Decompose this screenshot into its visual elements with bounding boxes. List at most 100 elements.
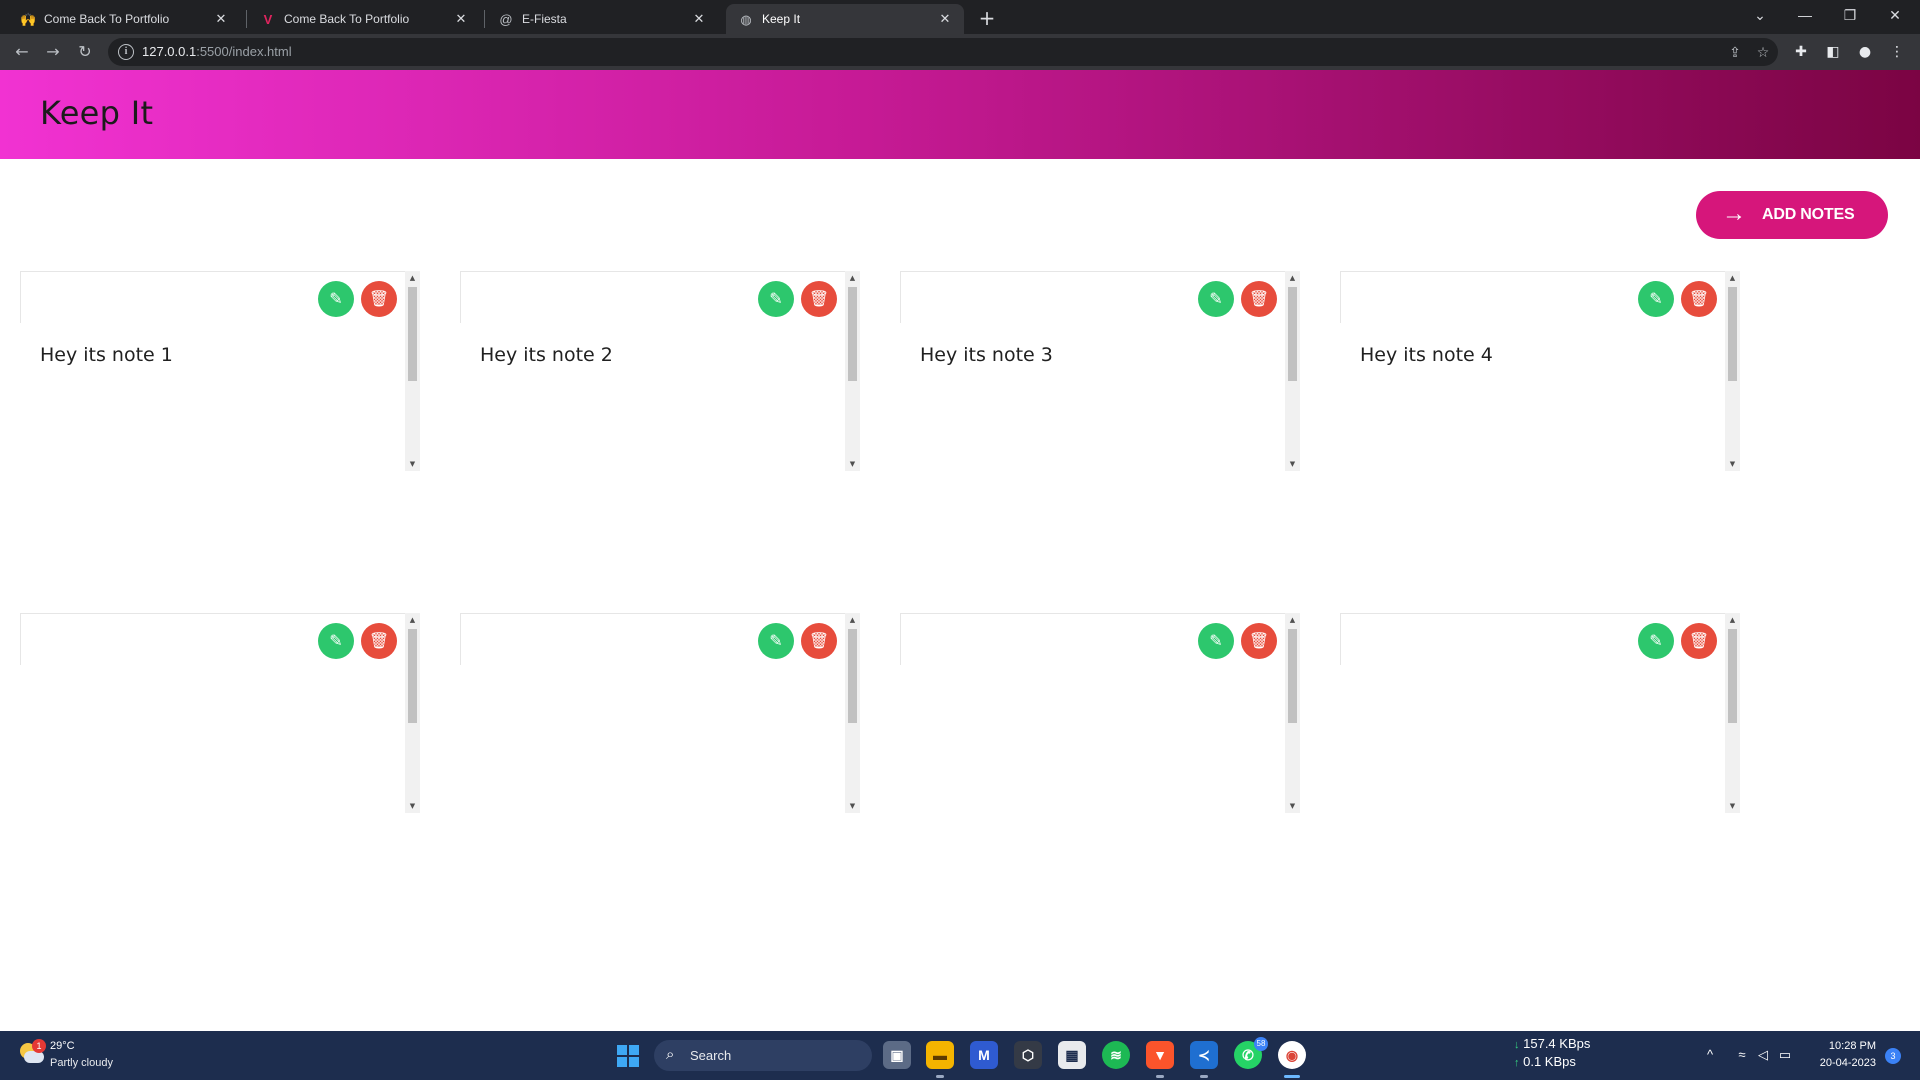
note-text[interactable]: Hey its note 3 — [920, 344, 1053, 366]
side-panel-icon[interactable]: ◧ — [1823, 42, 1843, 62]
visual-studio-icon[interactable]: M — [970, 1041, 998, 1069]
scroll-thumb[interactable] — [1288, 629, 1297, 723]
note-text[interactable]: Hey its note 2 — [480, 344, 613, 366]
brave-browser-icon[interactable]: ▼ — [1146, 1041, 1174, 1069]
unity-hub-icon[interactable]: ⬡ — [1014, 1041, 1042, 1069]
scroll-up-arrow-icon[interactable]: ▲ — [1285, 271, 1300, 285]
tab-keep-it[interactable]: ◍ Keep It ✕ — [726, 4, 964, 34]
new-tab-button[interactable]: + — [975, 6, 999, 30]
note-text[interactable]: Hey its note 1 — [40, 344, 173, 366]
scroll-down-arrow-icon[interactable]: ▼ — [1725, 457, 1740, 471]
note-scrollbar[interactable]: ▲ ▼ — [845, 271, 860, 471]
note-scrollbar[interactable]: ▲ ▼ — [1725, 271, 1740, 471]
note-scrollbar[interactable]: ▲ ▼ — [1285, 613, 1300, 813]
scroll-down-arrow-icon[interactable]: ▼ — [405, 457, 420, 471]
scroll-down-arrow-icon[interactable]: ▼ — [845, 457, 860, 471]
scroll-up-arrow-icon[interactable]: ▲ — [1725, 271, 1740, 285]
close-tab-icon[interactable]: ✕ — [690, 10, 708, 28]
scroll-thumb[interactable] — [848, 287, 857, 381]
notification-badge[interactable]: 3 — [1885, 1048, 1901, 1064]
scroll-up-arrow-icon[interactable]: ▲ — [405, 271, 420, 285]
delete-note-icon[interactable]: 🗑 — [1681, 623, 1717, 659]
note-scrollbar[interactable]: ▲ ▼ — [405, 613, 420, 813]
scroll-thumb[interactable] — [408, 287, 417, 381]
close-window-icon[interactable]: ✕ — [1875, 0, 1915, 30]
delete-note-icon[interactable]: 🗑 — [361, 623, 397, 659]
note-scrollbar[interactable]: ▲ ▼ — [845, 613, 860, 813]
scroll-down-arrow-icon[interactable]: ▼ — [405, 799, 420, 813]
delete-note-icon[interactable]: 🗑 — [1241, 281, 1277, 317]
weather-description[interactable]: Partly cloudy — [50, 1057, 113, 1069]
note-scrollbar[interactable]: ▲ ▼ — [405, 271, 420, 471]
speaker-icon[interactable]: ◁ — [1754, 1046, 1772, 1064]
close-tab-icon[interactable]: ✕ — [212, 10, 230, 28]
taskbar-search[interactable]: ⌕ Search — [654, 1040, 872, 1071]
share-icon[interactable]: ⇪ — [1726, 44, 1744, 62]
edit-note-icon[interactable]: ✎ — [1198, 281, 1234, 317]
windows-start-icon[interactable] — [617, 1045, 639, 1067]
tab-search-chevron-icon[interactable]: ⌄ — [1740, 0, 1780, 30]
delete-note-icon[interactable]: 🗑 — [801, 623, 837, 659]
note-text[interactable]: Hey its note 4 — [1360, 344, 1493, 366]
delete-note-icon[interactable]: 🗑 — [801, 281, 837, 317]
scroll-thumb[interactable] — [408, 629, 417, 723]
spotify-icon[interactable]: ≋ — [1102, 1041, 1130, 1069]
address-bar[interactable]: i 127.0.0.1:5500/index.html ⇪ ☆ — [108, 38, 1778, 66]
tab-come-back-portfolio-1[interactable]: 🙌 Come Back To Portfolio ✕ — [8, 4, 240, 34]
minimize-icon[interactable]: — — [1785, 0, 1825, 30]
edit-note-icon[interactable]: ✎ — [1198, 623, 1234, 659]
edit-note-icon[interactable]: ✎ — [1638, 623, 1674, 659]
site-info-icon[interactable]: i — [118, 44, 134, 60]
note-scrollbar[interactable]: ▲ ▼ — [1285, 271, 1300, 471]
microsoft-store-icon[interactable]: ▦ — [1058, 1041, 1086, 1069]
scroll-thumb[interactable] — [1728, 629, 1737, 723]
edit-note-icon[interactable]: ✎ — [318, 623, 354, 659]
delete-note-icon[interactable]: 🗑 — [1681, 281, 1717, 317]
whatsapp-icon[interactable]: ✆ 58 — [1234, 1037, 1268, 1069]
battery-icon[interactable]: ▭ — [1776, 1046, 1794, 1064]
edit-note-icon[interactable]: ✎ — [318, 281, 354, 317]
scroll-thumb[interactable] — [1288, 287, 1297, 381]
scroll-down-arrow-icon[interactable]: ▼ — [1285, 457, 1300, 471]
weather-temperature[interactable]: 29°C — [50, 1040, 75, 1052]
scroll-down-arrow-icon[interactable]: ▼ — [1725, 799, 1740, 813]
scroll-up-arrow-icon[interactable]: ▲ — [405, 613, 420, 627]
scroll-down-arrow-icon[interactable]: ▼ — [1285, 799, 1300, 813]
bookmark-star-icon[interactable]: ☆ — [1754, 44, 1772, 62]
tab-come-back-portfolio-2[interactable]: V Come Back To Portfolio ✕ — [248, 4, 480, 34]
close-tab-icon[interactable]: ✕ — [452, 10, 470, 28]
vscode-icon[interactable]: ≺ — [1190, 1041, 1218, 1069]
note-scrollbar[interactable]: ▲ ▼ — [1725, 613, 1740, 813]
file-explorer-icon[interactable]: ▬ — [926, 1041, 954, 1069]
note-card: ✎ 🗑 Hey its note 3 ▲ ▼ — [900, 271, 1300, 471]
clock-time[interactable]: 10:28 PM — [1820, 1040, 1876, 1052]
scroll-thumb[interactable] — [1728, 287, 1737, 381]
scroll-up-arrow-icon[interactable]: ▲ — [845, 613, 860, 627]
add-notes-button[interactable]: → ADD NOTES — [1696, 191, 1888, 239]
edit-note-icon[interactable]: ✎ — [1638, 281, 1674, 317]
scroll-up-arrow-icon[interactable]: ▲ — [845, 271, 860, 285]
extensions-puzzle-icon[interactable]: ✚ — [1791, 42, 1811, 62]
task-view-icon[interactable]: ▣ — [883, 1041, 911, 1069]
tray-chevron-up-icon[interactable]: ^ — [1701, 1046, 1719, 1064]
scroll-up-arrow-icon[interactable]: ▲ — [1725, 613, 1740, 627]
menu-dots-icon[interactable]: ⋮ — [1887, 42, 1907, 62]
delete-note-icon[interactable]: 🗑 — [361, 281, 397, 317]
forward-icon[interactable]: → — [41, 40, 65, 64]
delete-note-icon[interactable]: 🗑 — [1241, 623, 1277, 659]
scroll-up-arrow-icon[interactable]: ▲ — [1285, 613, 1300, 627]
tab-e-fiesta[interactable]: @ E-Fiesta ✕ — [486, 4, 718, 34]
edit-note-icon[interactable]: ✎ — [758, 281, 794, 317]
reload-icon[interactable]: ↻ — [73, 40, 97, 64]
restore-icon[interactable]: ❐ — [1830, 0, 1870, 30]
wifi-icon[interactable]: ≈ — [1733, 1046, 1751, 1064]
edit-note-icon[interactable]: ✎ — [758, 623, 794, 659]
back-icon[interactable]: ← — [10, 40, 34, 64]
scroll-down-arrow-icon[interactable]: ▼ — [845, 799, 860, 813]
profile-icon[interactable]: ● — [1855, 42, 1875, 62]
clock-date[interactable]: 20-04-2023 — [1812, 1057, 1876, 1069]
scroll-thumb[interactable] — [848, 629, 857, 723]
chrome-icon[interactable]: ◉ — [1278, 1041, 1306, 1069]
close-tab-icon[interactable]: ✕ — [936, 10, 954, 28]
url-text[interactable]: 127.0.0.1:5500/index.html — [142, 44, 292, 59]
